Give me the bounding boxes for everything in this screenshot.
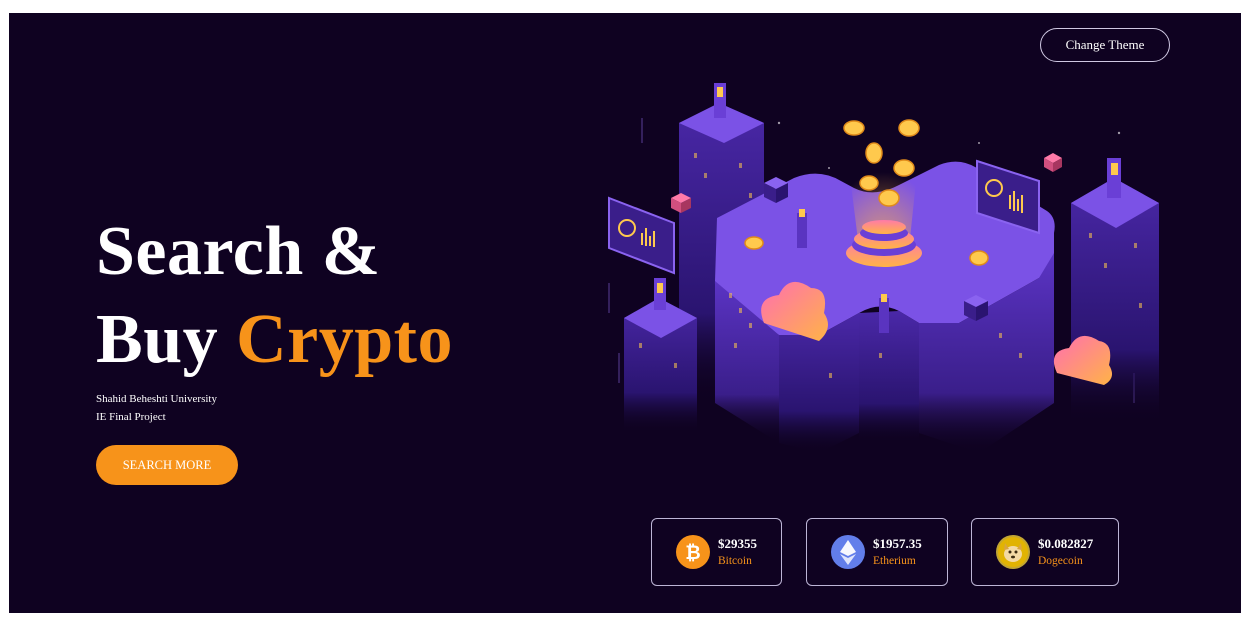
coin-price: $1957.35 bbox=[873, 535, 922, 551]
ethereum-icon bbox=[831, 535, 865, 569]
page-frame: Change Theme Search & Buy Crypto Shahid … bbox=[9, 13, 1241, 613]
subtitle-project: IE Final Project bbox=[96, 411, 166, 423]
hero-section: Search & Buy Crypto Shahid Beheshti Univ… bbox=[96, 208, 453, 426]
hero-title-buy: Buy bbox=[96, 301, 219, 378]
subtitle-university: Shahid Beheshti University bbox=[96, 393, 217, 405]
coin-name: Etherium bbox=[873, 554, 916, 567]
isometric-crypto-city-illustration bbox=[608, 83, 1159, 453]
search-more-button[interactable]: SEARCH MORE bbox=[96, 445, 238, 485]
coin-price: $0.082827 bbox=[1038, 535, 1094, 551]
coin-name: Bitcoin bbox=[718, 554, 752, 567]
coin-card-bitcoin[interactable]: ₿ $29355 Bitcoin bbox=[651, 518, 782, 586]
hero-title: Search & Buy Crypto bbox=[96, 208, 453, 384]
change-theme-button[interactable]: Change Theme bbox=[1040, 28, 1170, 62]
coin-price: $29355 bbox=[718, 535, 757, 551]
hero-title-line1: Search & bbox=[96, 213, 381, 290]
bitcoin-icon: ₿ bbox=[676, 535, 710, 569]
hero-title-crypto: Crypto bbox=[236, 301, 453, 378]
dogecoin-icon bbox=[996, 535, 1030, 569]
svg-text:₿: ₿ bbox=[685, 542, 700, 564]
coin-card-dogecoin[interactable]: $0.082827 Dogecoin bbox=[971, 518, 1119, 586]
coin-name: Dogecoin bbox=[1038, 554, 1083, 567]
hero-title-line2: Buy Crypto bbox=[96, 296, 453, 384]
hero-subtitle: Shahid Beheshti University IE Final Proj… bbox=[96, 390, 453, 426]
coin-card-ethereum[interactable]: $1957.35 Etherium bbox=[806, 518, 948, 586]
